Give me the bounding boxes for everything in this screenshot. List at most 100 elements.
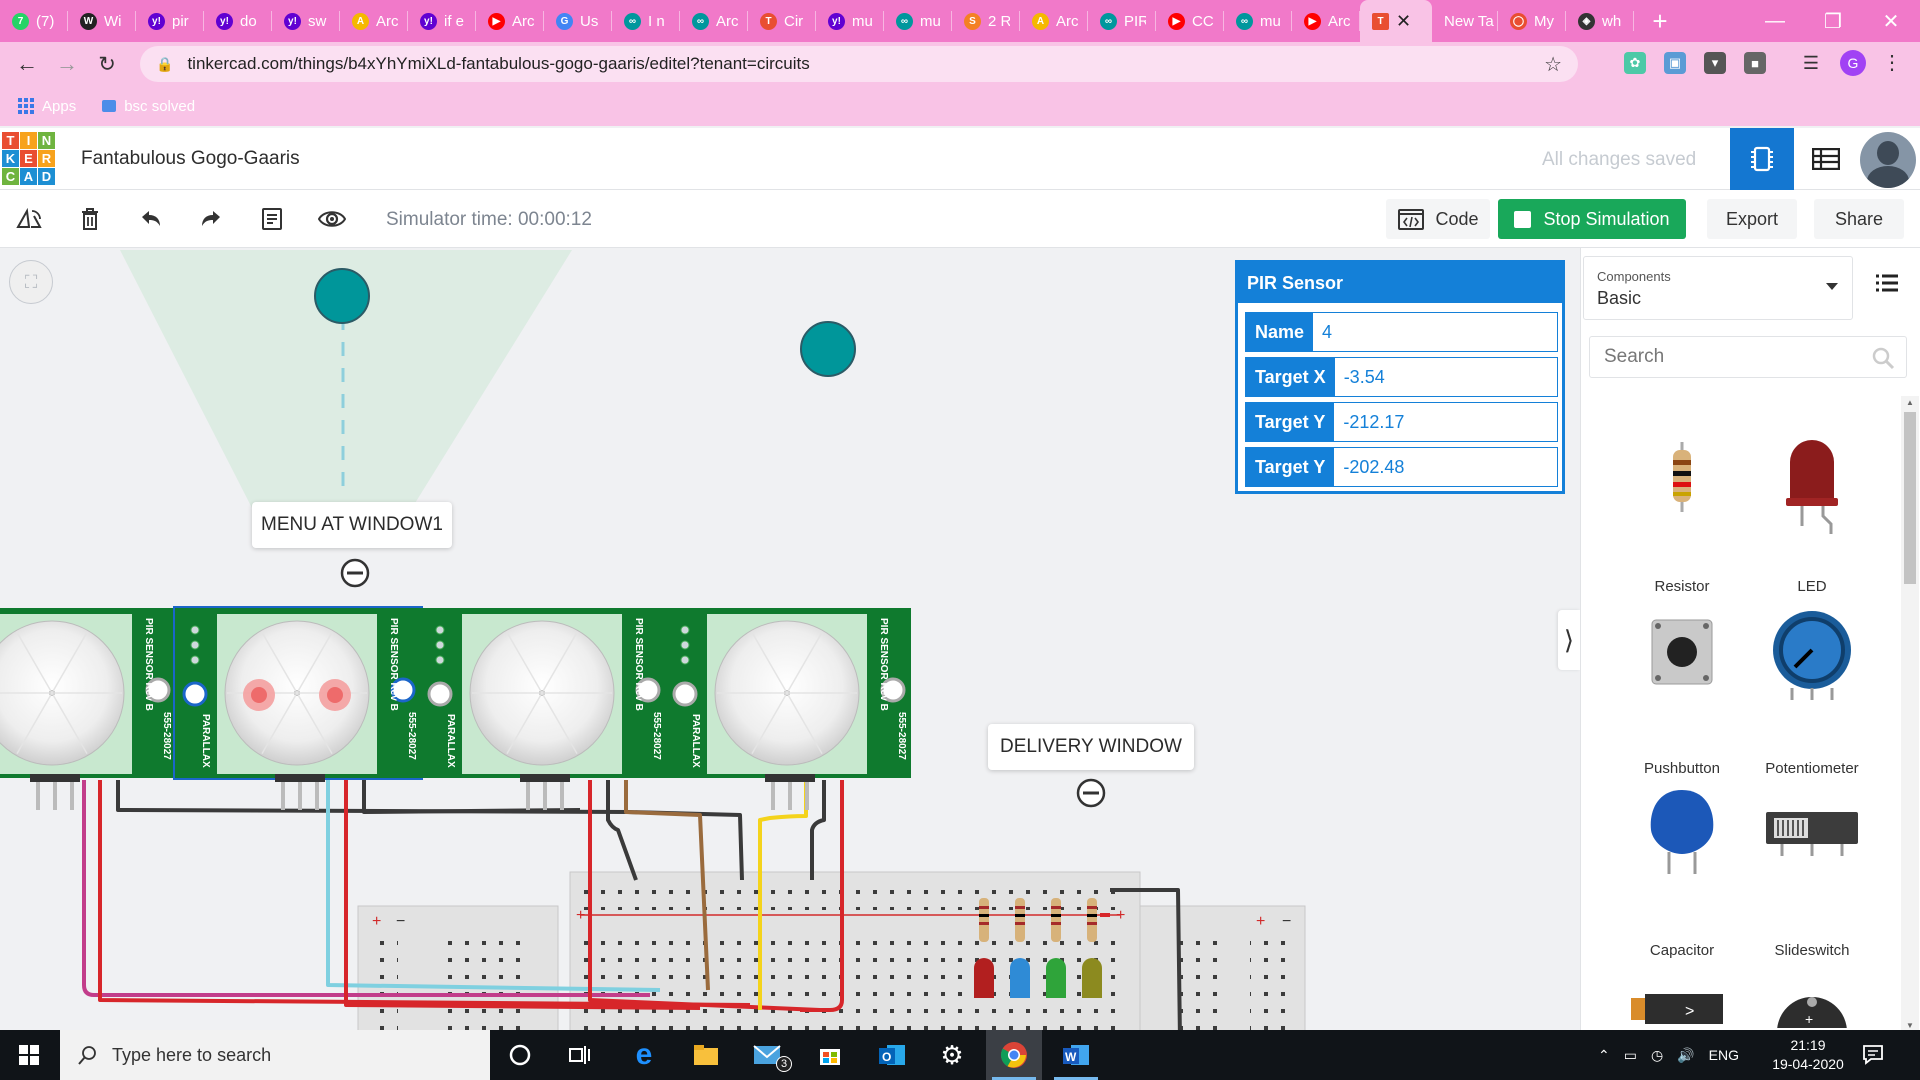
- file-explorer-icon[interactable]: [678, 1030, 734, 1080]
- pir-sensor[interactable]: PIR SENSOR Rev B 555-28027 PARALLAX: [420, 608, 666, 810]
- scrollbar-thumb[interactable]: [1904, 412, 1916, 584]
- battery-icon[interactable]: ▭: [1624, 1047, 1637, 1064]
- redo-icon[interactable]: [196, 204, 226, 234]
- callout-collapse-icon[interactable]: [1076, 778, 1106, 808]
- pir-sensor[interactable]: PIR SENSOR Rev B 555-28027 PARALLAX: [173, 606, 423, 810]
- components-dropdown[interactable]: Components Basic: [1583, 256, 1853, 320]
- pir-target-handle[interactable]: [314, 268, 370, 324]
- browser-tab[interactable]: G Us: [544, 0, 612, 42]
- pir-sensor[interactable]: PIR SENSOR Rev B 555-28027 PARALLAX: [665, 608, 911, 810]
- browser-tab[interactable]: T Cir: [748, 0, 816, 42]
- component-search-input[interactable]: [1589, 336, 1907, 378]
- component-list-view-button[interactable]: [1794, 128, 1858, 190]
- chrome-icon[interactable]: [986, 1030, 1042, 1080]
- mail-icon[interactable]: 3: [740, 1030, 796, 1080]
- volume-icon[interactable]: 🔊: [1677, 1047, 1694, 1064]
- close-window-icon[interactable]: ✕: [1862, 0, 1920, 42]
- browser-tab[interactable]: ▶ Arc: [1292, 0, 1360, 42]
- browser-tab[interactable]: ∞ mu: [1224, 0, 1292, 42]
- task-view-icon[interactable]: [552, 1030, 608, 1080]
- extension-pocket-icon[interactable]: ▾: [1704, 52, 1726, 74]
- inspector-row-name[interactable]: Name 4: [1245, 312, 1558, 352]
- profile-avatar[interactable]: G: [1840, 50, 1866, 76]
- back-button[interactable]: ←: [8, 45, 46, 83]
- tray-chevron-up-icon[interactable]: ⌃: [1598, 1047, 1610, 1064]
- breadboard-right[interactable]: + −: [1139, 905, 1306, 1030]
- inspector-row-target-y-2[interactable]: Target Y -202.48: [1245, 447, 1558, 487]
- delete-icon[interactable]: [75, 204, 105, 234]
- edge-browser-icon[interactable]: e: [616, 1030, 672, 1080]
- notification-center-icon[interactable]: [1862, 1043, 1884, 1070]
- menu-callout[interactable]: MENU AT WINDOW1: [252, 502, 452, 548]
- code-button[interactable]: Code: [1386, 199, 1490, 239]
- browser-tab[interactable]: ∞ I n: [612, 0, 680, 42]
- user-avatar[interactable]: [1860, 132, 1916, 188]
- search-icon[interactable]: [1871, 346, 1895, 375]
- new-tab-button[interactable]: +: [1634, 0, 1686, 42]
- list-view-icon[interactable]: [1875, 274, 1899, 297]
- browser-tab[interactable]: ◯ My: [1498, 0, 1566, 42]
- language-indicator[interactable]: ENG: [1709, 1047, 1739, 1063]
- browser-tab[interactable]: ▶ Arc: [476, 0, 544, 42]
- inspector-value[interactable]: 4: [1313, 313, 1557, 351]
- forward-button[interactable]: →: [48, 45, 86, 83]
- browser-tab[interactable]: 7 (7): [0, 0, 68, 42]
- browser-tab[interactable]: A Arc: [340, 0, 408, 42]
- scroll-up-icon[interactable]: ▲: [1906, 398, 1914, 407]
- inspector-row-target-y[interactable]: Target Y -212.17: [1245, 402, 1558, 442]
- network-icon[interactable]: ◷: [1651, 1047, 1663, 1064]
- component-led[interactable]: LED: [1747, 382, 1877, 595]
- cortana-icon[interactable]: [492, 1030, 548, 1080]
- inspector-value[interactable]: -212.17: [1334, 403, 1557, 441]
- store-icon[interactable]: [802, 1030, 858, 1080]
- browser-tab[interactable]: ∞ Arc: [680, 0, 748, 42]
- bookmark-apps[interactable]: Apps: [18, 98, 76, 115]
- bookmark-star-icon[interactable]: ☆: [1544, 52, 1562, 77]
- bookmark-bsc-solved[interactable]: bsc solved: [102, 98, 195, 115]
- undo-icon[interactable]: [136, 204, 166, 234]
- browser-tab[interactable]: y! pir: [136, 0, 204, 42]
- panel-toggle-chevron-icon[interactable]: ⟩: [1558, 610, 1580, 670]
- tab-close-icon[interactable]: ✕: [1396, 11, 1411, 32]
- extension-puzzle-icon[interactable]: ■: [1744, 52, 1766, 74]
- browser-tab-active[interactable]: T ✕: [1360, 0, 1432, 42]
- browser-tab[interactable]: ▶ CC: [1156, 0, 1224, 42]
- inspector-row-target-x[interactable]: Target X -3.54: [1245, 357, 1558, 397]
- browser-tab[interactable]: y! sw: [272, 0, 340, 42]
- restore-icon[interactable]: ❐: [1804, 0, 1862, 42]
- outlook-icon[interactable]: O: [864, 1030, 920, 1080]
- pir-target-handle[interactable]: [800, 321, 856, 377]
- export-button[interactable]: Export: [1707, 199, 1797, 239]
- notes-icon[interactable]: [257, 204, 287, 234]
- minimize-icon[interactable]: —: [1746, 0, 1804, 42]
- share-button[interactable]: Share: [1814, 199, 1904, 239]
- browser-tab[interactable]: ◈ wh: [1566, 0, 1634, 42]
- visibility-eye-icon[interactable]: [317, 204, 347, 234]
- browser-tab[interactable]: New Ta: [1432, 0, 1498, 42]
- system-clock[interactable]: 21:19 19-04-2020: [1768, 1036, 1848, 1074]
- rotate-icon[interactable]: [14, 204, 44, 234]
- breadboard-left[interactable]: + −: [357, 905, 559, 1030]
- browser-tab[interactable]: y! if e: [408, 0, 476, 42]
- extension-box-icon[interactable]: ▣: [1664, 52, 1686, 74]
- browser-tab[interactable]: ∞ PIR: [1088, 0, 1156, 42]
- media-control-icon[interactable]: ☰: [1800, 52, 1822, 74]
- fit-view-button[interactable]: ⛶: [9, 260, 53, 304]
- browser-tab[interactable]: S 2 R: [952, 0, 1020, 42]
- circuit-view-button[interactable]: [1730, 128, 1794, 190]
- delivery-callout[interactable]: DELIVERY WINDOW: [988, 724, 1194, 770]
- inspector-value[interactable]: -3.54: [1335, 358, 1557, 396]
- component-resistor[interactable]: Resistor: [1599, 382, 1729, 595]
- settings-gear-icon[interactable]: ⚙: [924, 1030, 980, 1080]
- address-bar[interactable]: 🔒 tinkercad.com/things/b4xYhYmiXLd-fanta…: [140, 46, 1578, 82]
- component-capacitor[interactable]: Capacitor: [1599, 746, 1729, 959]
- browser-tab[interactable]: y! mu: [816, 0, 884, 42]
- word-icon[interactable]: W: [1048, 1030, 1104, 1080]
- component-pushbutton[interactable]: Pushbutton: [1599, 564, 1729, 777]
- panel-scrollbar[interactable]: ▲ ▼: [1901, 396, 1919, 1032]
- stop-simulation-button[interactable]: Stop Simulation: [1498, 199, 1686, 239]
- component-coin-battery[interactable]: +: [1747, 928, 1877, 1028]
- component-slideswitch[interactable]: Slideswitch: [1747, 746, 1877, 959]
- browser-tab[interactable]: A Arc: [1020, 0, 1088, 42]
- inspector-value[interactable]: -202.48: [1334, 448, 1557, 486]
